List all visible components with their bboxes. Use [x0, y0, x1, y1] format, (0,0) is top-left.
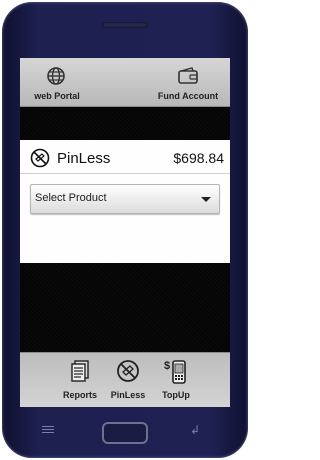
pinless-nav-label: PinLess: [110, 390, 146, 400]
pinless-nav-button[interactable]: PinLess: [106, 353, 150, 407]
card-header: PinLess $698.84: [30, 148, 224, 170]
card-title: PinLess: [57, 150, 111, 167]
pinless-card: PinLess $698.84 Select Product: [20, 140, 230, 263]
hardware-home-button[interactable]: [102, 422, 148, 444]
hardware-back-button[interactable]: ↲: [190, 423, 200, 437]
svg-text:$: $: [164, 360, 170, 372]
bottom-nav-bar: Reports PinLess $ TopUp: [20, 352, 230, 407]
phone-frame: web Portal Fund Account PinLess $698.84 …: [0, 0, 250, 460]
topup-phone-icon: $: [164, 359, 188, 390]
card-divider: [20, 173, 230, 174]
web-portal-button[interactable]: web Portal: [22, 58, 92, 106]
fund-account-label: Fund Account: [157, 91, 219, 101]
wallet-icon: [177, 66, 199, 91]
fund-account-button[interactable]: Fund Account: [148, 58, 228, 106]
app-screen: web Portal Fund Account PinLess $698.84 …: [20, 58, 230, 407]
pinless-icon: [116, 359, 140, 388]
back-arrow-icon: ↲: [190, 423, 201, 437]
hardware-menu-button[interactable]: [42, 426, 54, 434]
select-product-dropdown[interactable]: Select Product: [30, 184, 220, 214]
reports-icon: [70, 359, 90, 388]
earpiece-speaker: [102, 22, 148, 28]
topup-label: TopUp: [162, 390, 190, 400]
top-action-bar: web Portal Fund Account: [20, 58, 230, 107]
chevron-down-icon: [201, 197, 211, 202]
select-product-value: Select Product: [35, 192, 107, 204]
pinless-icon: [30, 148, 50, 173]
reports-button[interactable]: Reports: [58, 353, 102, 407]
globe-icon: [46, 66, 66, 91]
web-portal-label: web Portal: [34, 91, 80, 101]
topup-button[interactable]: $ TopUp: [154, 353, 198, 407]
balance-amount: $698.84: [173, 150, 224, 166]
reports-label: Reports: [62, 390, 97, 400]
